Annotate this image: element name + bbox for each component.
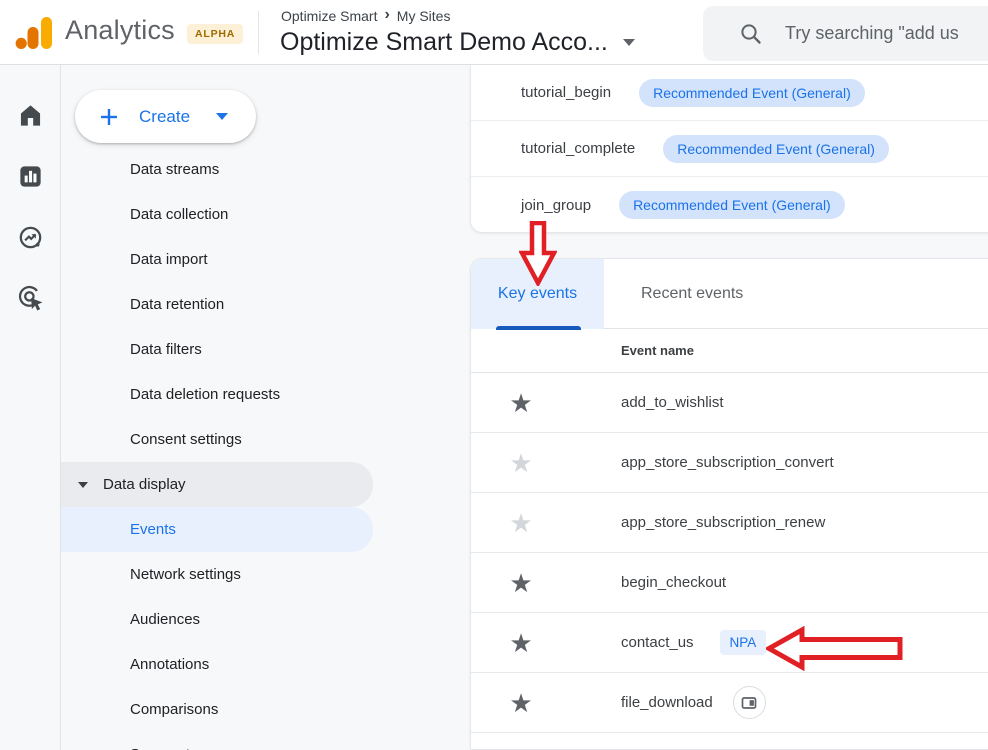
sidebar-item-data-filters[interactable]: Data filters <box>61 327 373 372</box>
plus-icon <box>101 108 117 125</box>
app-title: Analytics <box>65 15 175 45</box>
card-icon <box>741 696 757 709</box>
recommended-event-badge: Recommended Event (General) <box>639 78 865 107</box>
recommended-events-card: tutorial_begin Recommended Event (Genera… <box>470 65 988 233</box>
sidebar-item-audiences[interactable]: Audiences <box>61 597 373 642</box>
star-icon[interactable] <box>506 688 536 718</box>
sidebar-item-events[interactable]: Events <box>61 507 373 552</box>
sidebar-item-label: Data import <box>130 251 208 268</box>
star-icon[interactable] <box>506 508 536 538</box>
active-tab-indicator <box>496 326 581 330</box>
table-row[interactable]: begin_checkout <box>471 553 988 613</box>
npa-badge: NPA <box>719 630 767 655</box>
annotation-arrow-down-icon <box>519 221 557 286</box>
sidebar-item-network-settings[interactable]: Network settings <box>61 552 373 597</box>
search-input[interactable] <box>785 23 988 44</box>
sidebar-item-segments[interactable]: Segments <box>61 732 373 750</box>
sidebar-item-label: Annotations <box>130 656 210 673</box>
sidebar-item-label: Data filters <box>130 341 202 358</box>
sidebar-item-annotations[interactable]: Annotations <box>61 642 373 687</box>
reports-icon[interactable] <box>17 163 44 190</box>
sidebar-item-data-deletion-requests[interactable]: Data deletion requests <box>61 372 373 417</box>
events-table-card: Key events Recent events Event name add_… <box>470 258 988 750</box>
tab-label: Recent events <box>641 285 744 302</box>
column-header-event-name: Event name <box>621 343 694 358</box>
table-row[interactable]: file_download <box>471 673 988 733</box>
event-name: app_store_subscription_renew <box>621 514 826 531</box>
chevron-down-icon <box>216 113 229 120</box>
event-name: tutorial_complete <box>521 140 636 157</box>
sidebar-item-label: Data collection <box>130 206 229 223</box>
breadcrumb-section[interactable]: My Sites <box>397 8 451 24</box>
search-bar[interactable] <box>703 6 988 61</box>
analytics-admin-page: Analytics ALPHA Optimize Smart › My Site… <box>0 0 988 750</box>
sidebar-item-label: Comparisons <box>130 701 219 718</box>
create-button[interactable]: Create <box>75 90 256 143</box>
event-source-badge[interactable] <box>732 686 766 719</box>
property-title: Optimize Smart Demo Acco... <box>280 28 608 56</box>
star-icon[interactable] <box>506 388 536 418</box>
sidebar-item-data-display[interactable]: Data display <box>61 462 373 507</box>
advertising-icon[interactable] <box>17 284 44 311</box>
nav-rail <box>0 65 61 750</box>
sidebar-item-label: Data display <box>103 476 186 493</box>
tab-recent-events[interactable]: Recent events <box>623 259 761 329</box>
table-row[interactable]: tutorial_complete Recommended Event (Gen… <box>471 121 988 177</box>
header-divider <box>258 11 259 54</box>
sidebar-item-data-import[interactable]: Data import <box>61 237 373 282</box>
search-icon <box>741 23 761 44</box>
breadcrumb-account[interactable]: Optimize Smart <box>281 8 377 24</box>
star-icon[interactable] <box>506 448 536 478</box>
expand-caret-icon[interactable] <box>78 481 88 488</box>
table-row[interactable]: contact_us NPA <box>471 613 988 673</box>
sidebar-item-data-collection[interactable]: Data collection <box>61 192 373 237</box>
create-button-label: Create <box>139 106 191 126</box>
tab-label: Key events <box>497 285 578 302</box>
sidebar-item-label: Data deletion requests <box>130 386 281 403</box>
star-icon[interactable] <box>506 568 536 598</box>
sidebar-item-data-retention[interactable]: Data retention <box>61 282 373 327</box>
alpha-badge: ALPHA <box>187 24 244 44</box>
event-name: begin_checkout <box>621 574 727 591</box>
breadcrumb-chevron-icon: › <box>384 6 390 23</box>
table-row[interactable]: app_store_subscription_renew <box>471 493 988 553</box>
table-row[interactable]: tutorial_begin Recommended Event (Genera… <box>471 65 988 121</box>
recommended-event-badge: Recommended Event (General) <box>619 191 845 219</box>
table-header-row: Event name <box>471 329 988 373</box>
sidebar-item-label: Segments <box>130 746 198 750</box>
recommended-event-badge: Recommended Event (General) <box>663 134 889 163</box>
event-name: join_group <box>521 196 592 214</box>
chevron-down-icon <box>622 39 635 46</box>
google-analytics-logo-icon[interactable] <box>13 11 57 55</box>
explore-icon[interactable] <box>17 224 44 251</box>
event-name: tutorial_begin <box>521 84 612 101</box>
sidebar-item-consent-settings[interactable]: Consent settings <box>61 417 373 462</box>
sidebar-item-label: Consent settings <box>130 431 242 448</box>
event-name: contact_us <box>621 634 694 651</box>
sidebar-item-data-streams[interactable]: Data streams <box>61 147 373 192</box>
table-row[interactable]: app_store_subscription_convert <box>471 433 988 493</box>
sidebar-item-label: Data retention <box>130 296 225 313</box>
sidebar-item-label: Events <box>130 521 176 538</box>
top-header: Analytics ALPHA Optimize Smart › My Site… <box>0 0 988 65</box>
event-name: app_store_subscription_convert <box>621 454 834 471</box>
annotation-arrow-left-icon <box>766 626 903 671</box>
event-name: add_to_wishlist <box>621 394 724 411</box>
sidebar-item-label: Data streams <box>130 161 220 178</box>
sidebar-item-comparisons[interactable]: Comparisons <box>61 687 373 732</box>
star-icon[interactable] <box>506 628 536 658</box>
breadcrumb: Optimize Smart › My Sites <box>281 6 451 25</box>
event-name: file_download <box>621 694 713 711</box>
sidebar-item-label: Network settings <box>130 566 241 583</box>
property-selector[interactable]: Optimize Smart Demo Acco... <box>280 28 635 57</box>
sidebar-item-label: Audiences <box>130 611 201 628</box>
home-icon[interactable] <box>17 102 44 129</box>
table-row[interactable]: add_to_wishlist <box>471 373 988 433</box>
